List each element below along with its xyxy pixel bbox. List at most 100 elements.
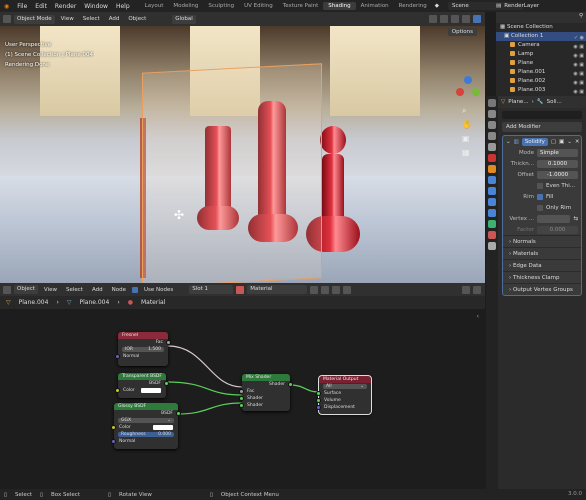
section-normals[interactable]: › Normals (503, 235, 581, 247)
editor-type-icon[interactable] (3, 15, 11, 23)
fake-user-icon[interactable] (310, 285, 319, 294)
gizmo-y-axis-icon[interactable] (472, 88, 480, 96)
glossy-color-input[interactable]: Color (111, 424, 178, 431)
outliner-item-plane-003[interactable]: Plane.003 ◉ ▣ (496, 86, 586, 95)
world-tab-icon[interactable] (488, 154, 496, 162)
glossy-bsdf-output[interactable]: BSDF (114, 410, 181, 417)
tab-modeling[interactable]: Modeling (168, 2, 203, 10)
chevron-down-icon[interactable]: ⌄ (506, 139, 511, 145)
input-socket[interactable] (316, 405, 321, 410)
factor-field[interactable]: 0.000 (537, 225, 578, 234)
node-menu-view[interactable]: View (41, 287, 60, 293)
render-toggle-icon[interactable]: ▣ (559, 139, 564, 145)
mix-shader-node[interactable]: Mix Shader Shader Fac Shader Shader (239, 374, 293, 411)
viewport-menu-view[interactable]: View (58, 16, 77, 22)
transform-orientation[interactable]: Global (172, 14, 196, 24)
slot-dropdown[interactable]: Slot 1 (189, 285, 234, 294)
section-output-vertex-groups[interactable]: › Output Vertex Groups (503, 283, 581, 295)
close-icon[interactable]: ✕ (575, 139, 580, 145)
texture-tab-icon[interactable] (488, 242, 496, 250)
node-menu-select[interactable]: Select (63, 287, 86, 293)
mix-shader2-input[interactable]: Shader (239, 402, 290, 409)
filter-icon[interactable]: ⚲ (579, 12, 583, 21)
outliner-item-collection[interactable]: ▣ Collection 1 ✓ ◉ (496, 32, 586, 41)
only-rim-checkbox[interactable] (537, 204, 543, 211)
menu-render[interactable]: Render (51, 3, 80, 10)
material-name-field[interactable]: Material (247, 285, 308, 294)
output-volume-input[interactable]: Volume (316, 397, 371, 404)
mix-shader1-input[interactable]: Shader (239, 395, 290, 402)
transparent-color-input[interactable]: Color (115, 387, 166, 394)
input-socket[interactable] (115, 388, 120, 393)
overlay-node-icon[interactable] (473, 285, 481, 294)
glossy-normal-input[interactable]: Normal (111, 438, 178, 445)
transparent-bsdf-output[interactable]: BSDF (118, 380, 169, 387)
even-thickness-checkbox[interactable] (537, 182, 543, 189)
input-socket[interactable] (115, 354, 120, 359)
tab-rendering[interactable]: Rendering (394, 2, 432, 10)
modifier-name-field[interactable]: Solidify (521, 137, 548, 146)
color-swatch[interactable] (153, 425, 173, 430)
node-editor-type-icon[interactable] (3, 285, 11, 294)
output-displacement-input[interactable]: Displacement (316, 404, 371, 411)
vertex-group-field[interactable] (537, 214, 571, 223)
menu-file[interactable]: File (13, 3, 31, 10)
outliner-item-plane-002[interactable]: Plane.002 ◉ ▣ (496, 77, 586, 86)
dropdown-arrow-icon[interactable]: ⌄ (567, 139, 572, 145)
fresnel-node[interactable]: Fresnel Fac IOR 1.500 Normal (115, 332, 171, 366)
tab-animation[interactable]: Animation (356, 2, 394, 10)
editmode-icon[interactable]: ▢ (551, 139, 556, 145)
shading-rendered-icon[interactable] (473, 15, 481, 23)
input-socket[interactable] (111, 439, 116, 444)
output-tab-icon[interactable] (488, 121, 496, 129)
tab-layout[interactable]: Layout (140, 2, 169, 10)
add-modifier-button[interactable]: Add Modifier (502, 122, 582, 132)
zoom-icon[interactable]: ⌕ (462, 106, 466, 116)
section-materials[interactable]: › Materials (503, 247, 581, 259)
node-editor-canvas[interactable]: Fresnel Fac IOR 1.500 Normal Transparent … (0, 309, 485, 489)
data-tab-icon[interactable] (488, 220, 496, 228)
material-output-node[interactable]: Material Output All ⌄ Surface Volume Disp… (316, 375, 372, 415)
fill-rim-checkbox[interactable] (537, 193, 543, 200)
roughness-field[interactable]: Roughness 0.000 (118, 432, 174, 437)
thickness-field[interactable]: 0.1000 (537, 159, 578, 168)
ior-field[interactable]: IOR 1.500 (122, 347, 164, 352)
new-material-icon[interactable] (321, 285, 330, 294)
modifier-tab-icon[interactable] (488, 176, 496, 184)
outliner-scene-collection[interactable]: ▦ Scene Collection (496, 23, 586, 32)
visibility-icon[interactable]: ◉ ▣ (573, 88, 584, 96)
color-swatch[interactable] (141, 388, 161, 393)
menu-window[interactable]: Window (80, 3, 112, 10)
object-tab-icon[interactable] (488, 165, 496, 173)
shader-type-dropdown[interactable]: Object (14, 285, 38, 294)
node-menu-add[interactable]: Add (89, 287, 106, 293)
viewport-menu-object[interactable]: Object (125, 16, 149, 22)
section-edge-data[interactable]: › Edge Data (503, 259, 581, 271)
outliner-item-camera[interactable]: Camera ◉ ▣ (496, 41, 586, 50)
tab-shading[interactable]: Shading (323, 2, 356, 10)
particles-tab-icon[interactable] (488, 187, 496, 195)
xray-icon[interactable] (451, 15, 459, 23)
camera-view-icon[interactable]: ▣ (462, 134, 470, 143)
pan-icon[interactable]: ✋ (462, 120, 472, 129)
outliner-item-lamp[interactable]: Lamp ◉ ▣ (496, 50, 586, 59)
3d-viewport[interactable]: ✣ User Perspective (1) Scene Collection … (0, 26, 485, 283)
offset-field[interactable]: -1.0000 (537, 170, 578, 179)
tab-sculpting[interactable]: Sculpting (203, 2, 239, 10)
tab-texture-paint[interactable]: Texture Paint (278, 2, 324, 10)
outliner-search[interactable]: ⚲ (496, 12, 586, 23)
snap-node-icon[interactable] (462, 285, 470, 294)
properties-search[interactable] (502, 111, 582, 119)
gizmo-x-axis-icon[interactable] (456, 88, 464, 96)
mix-shader-output[interactable]: Shader (242, 381, 293, 388)
input-socket[interactable] (239, 389, 244, 394)
viewport-menu-select[interactable]: Select (80, 16, 103, 22)
mode-dropdown[interactable]: Object Mode (14, 14, 55, 24)
output-socket[interactable] (164, 381, 169, 386)
distribution-dropdown[interactable]: GGX ⌄ (118, 418, 174, 423)
target-dropdown[interactable]: All ⌄ (323, 384, 367, 389)
sidebar-toggle-icon[interactable]: ‹ (477, 313, 479, 320)
outliner-item-plane-001[interactable]: Plane.001 ◉ ▣ (496, 68, 586, 77)
view-layer-tab-icon[interactable] (488, 132, 496, 140)
grid-view-icon[interactable]: ▦ (462, 148, 470, 157)
